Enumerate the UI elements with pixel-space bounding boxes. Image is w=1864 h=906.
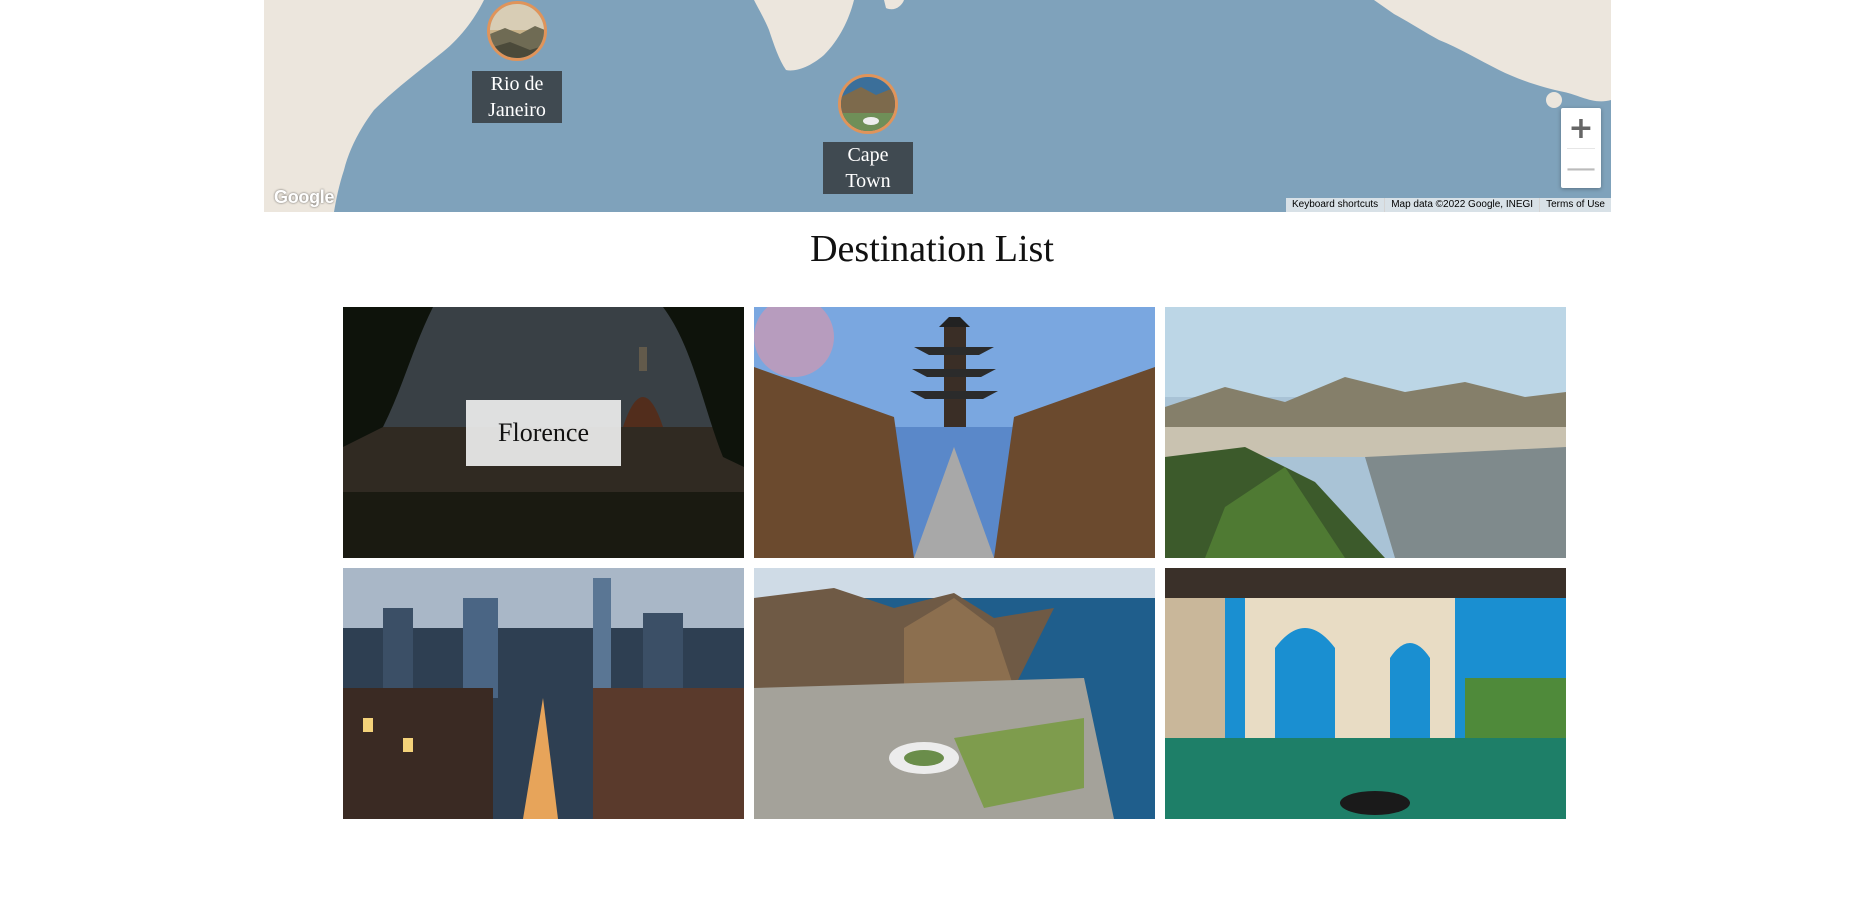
florence-hover-overlay: Florence — [343, 307, 744, 558]
zoom-out-button[interactable]: — — [1561, 148, 1601, 188]
google-logo: Google — [274, 187, 335, 207]
rio-de-janeiro-marker-photo[interactable] — [487, 1, 547, 61]
zoom-control: + — — [1561, 108, 1601, 188]
destination-card-marrakech[interactable] — [1165, 568, 1566, 819]
keyboard-shortcuts-link[interactable]: Keyboard shortcuts — [1286, 198, 1384, 212]
destination-card-rio-de-janeiro[interactable] — [1165, 307, 1566, 558]
marker-label-rio-de-janeiro[interactable]: Rio de Janeiro — [472, 71, 562, 123]
marker-label-cape-town[interactable]: Cape Town — [823, 142, 913, 194]
map-land — [264, 0, 1611, 212]
zoom-in-button[interactable]: + — [1561, 108, 1601, 148]
destination-card-new-york[interactable] — [343, 568, 744, 819]
rio-de-janeiro-photo — [1165, 307, 1566, 558]
kyoto-pagoda-photo — [754, 307, 1155, 558]
cape-town-marker-photo[interactable] — [838, 74, 898, 134]
new-york-photo — [343, 568, 744, 819]
map-data-text: Map data ©2022 Google, INEGI — [1384, 198, 1539, 212]
destination-name-florence: Florence — [466, 399, 621, 466]
destination-grid: Florence — [343, 307, 1567, 819]
cape-town-photo — [754, 568, 1155, 819]
terms-of-use-link[interactable]: Terms of Use — [1539, 198, 1611, 212]
page-title: Destination List — [810, 228, 1054, 270]
marrakech-photo — [1165, 568, 1566, 819]
destination-card-florence[interactable]: Florence — [343, 307, 744, 558]
map-attribution: Keyboard shortcuts Map data ©2022 Google… — [1286, 198, 1611, 212]
map[interactable]: Rio de Janeiro Cape Town Google + — Keyb… — [264, 0, 1611, 212]
destination-card-cape-town[interactable] — [754, 568, 1155, 819]
destination-card-kyoto[interactable] — [754, 307, 1155, 558]
